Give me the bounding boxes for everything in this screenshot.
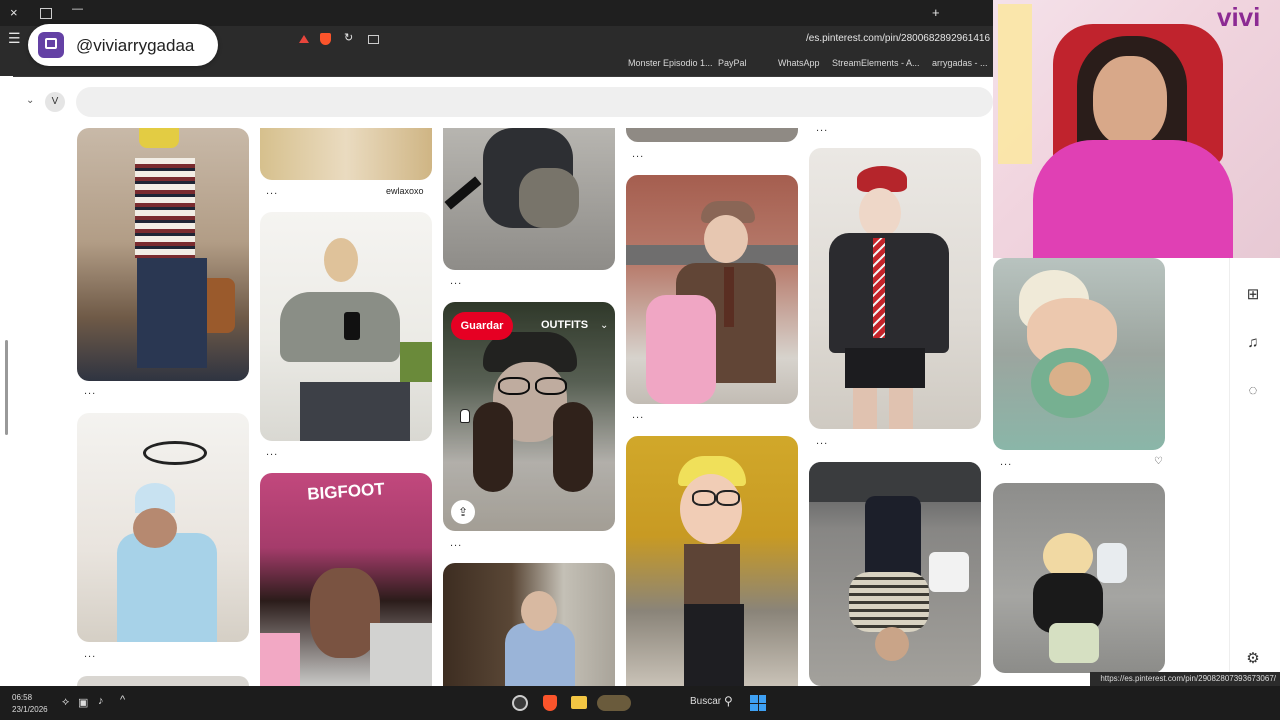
- pin-image[interactable]: [260, 212, 432, 441]
- pin-image[interactable]: [77, 676, 249, 686]
- pin-image[interactable]: BIGFOOT: [260, 473, 432, 686]
- pin-image[interactable]: [809, 462, 981, 686]
- clock-time[interactable]: 06:58: [12, 693, 32, 702]
- bookmark-item[interactable]: arrygadas - ...: [932, 58, 988, 68]
- pin-author[interactable]: ewlaxoxo: [386, 186, 424, 196]
- save-button[interactable]: Guardar: [451, 312, 513, 340]
- bell-icon[interactable]: ♫: [1244, 334, 1262, 352]
- minimize-tab-icon[interactable]: —: [72, 3, 83, 15]
- pin-image[interactable]: [809, 148, 981, 429]
- tab-icon[interactable]: [40, 8, 52, 19]
- status-url: https://es.pinterest.com/pin/29082807393…: [1090, 672, 1280, 686]
- pin-image[interactable]: [993, 258, 1165, 450]
- brave-shield-icon[interactable]: [320, 33, 331, 45]
- pin-more-button[interactable]: ...: [84, 648, 96, 660]
- screenshot-icon[interactable]: [368, 35, 379, 44]
- webcam-sign: vivi: [1217, 2, 1261, 32]
- chevron-down-icon[interactable]: ⌄: [26, 95, 34, 106]
- folder-icon[interactable]: [571, 696, 587, 709]
- browser-tab-bar: × — +: [0, 0, 993, 26]
- pin-image[interactable]: [77, 128, 249, 381]
- cursor-hand-icon: [460, 409, 470, 423]
- chevron-down-icon[interactable]: ⌄: [600, 320, 608, 331]
- pin-image[interactable]: [260, 128, 432, 180]
- pin-more-button[interactable]: ...: [816, 122, 828, 134]
- brave-rewards-icon[interactable]: [299, 35, 309, 43]
- pin-image-text: BIGFOOT: [306, 479, 386, 504]
- webcam-feed: vivi: [993, 0, 1280, 258]
- bookmark-item[interactable]: StreamElements - A...: [832, 58, 920, 68]
- clock-date[interactable]: 23/1/2026: [12, 705, 48, 714]
- brave-icon[interactable]: [543, 695, 557, 711]
- twitch-handle: @viviarrygadaa: [76, 36, 195, 55]
- bookmark-item[interactable]: PayPal: [718, 58, 747, 68]
- pin-image[interactable]: [626, 436, 798, 686]
- right-rail: [1229, 258, 1280, 678]
- chat-icon[interactable]: ◌: [1244, 382, 1262, 400]
- pin-more-button[interactable]: ...: [266, 446, 278, 458]
- bookmark-item[interactable]: WhatsApp: [778, 58, 820, 68]
- menu-icon[interactable]: ☰: [8, 30, 21, 47]
- display-icon[interactable]: ▣: [78, 696, 88, 709]
- tab-close-icon[interactable]: ×: [10, 5, 18, 20]
- pin-more-button[interactable]: ...: [84, 385, 96, 397]
- board-select[interactable]: OUTFITS: [541, 319, 588, 331]
- scrollbar[interactable]: [5, 340, 8, 435]
- search-highlight-icon[interactable]: [597, 695, 631, 711]
- pin-image[interactable]: [626, 128, 798, 142]
- pin-more-button[interactable]: ...: [266, 185, 278, 197]
- pin-image[interactable]: [443, 563, 615, 686]
- pin-image[interactable]: [626, 175, 798, 404]
- reload-icon[interactable]: ↻: [344, 31, 353, 44]
- avatar[interactable]: V: [45, 92, 65, 112]
- address-url[interactable]: es.pinterest.com/pin/2800682892961416/: [806, 33, 990, 44]
- taskbar-search-label[interactable]: Buscar: [690, 696, 721, 707]
- pin-image[interactable]: [993, 483, 1165, 673]
- twitch-logo-icon: [38, 32, 64, 58]
- pin-image[interactable]: [443, 128, 615, 270]
- bookmark-item[interactable]: Monster Episodio 1...: [628, 58, 713, 68]
- windows-start-icon[interactable]: [750, 695, 766, 711]
- add-icon[interactable]: ⊞: [1244, 286, 1262, 304]
- search-icon[interactable]: ⚲: [724, 694, 733, 708]
- pin-image[interactable]: [77, 413, 249, 642]
- obs-icon[interactable]: [512, 695, 528, 711]
- share-icon[interactable]: ⇪: [451, 500, 475, 524]
- pin-more-button[interactable]: ...: [816, 435, 828, 447]
- pin-more-button[interactable]: ...: [450, 275, 462, 287]
- gear-icon[interactable]: ⚙: [1244, 650, 1262, 668]
- chevron-up-icon[interactable]: ^: [120, 694, 125, 706]
- taskbar: 06:58 23/1/2026 ⟡ ▣ ♪ ^ Buscar ⚲: [0, 686, 1280, 720]
- network-icon[interactable]: ⟡: [62, 696, 69, 709]
- pin-more-button[interactable]: ...: [1000, 456, 1012, 468]
- mic-icon[interactable]: ♪: [98, 695, 104, 707]
- pin-more-button[interactable]: ...: [632, 148, 644, 160]
- heart-icon[interactable]: ♡: [1154, 456, 1163, 467]
- new-tab-button[interactable]: +: [932, 5, 940, 20]
- pin-more-button[interactable]: ...: [632, 409, 644, 421]
- search-input[interactable]: [76, 87, 993, 117]
- pin-more-button[interactable]: ...: [450, 537, 462, 549]
